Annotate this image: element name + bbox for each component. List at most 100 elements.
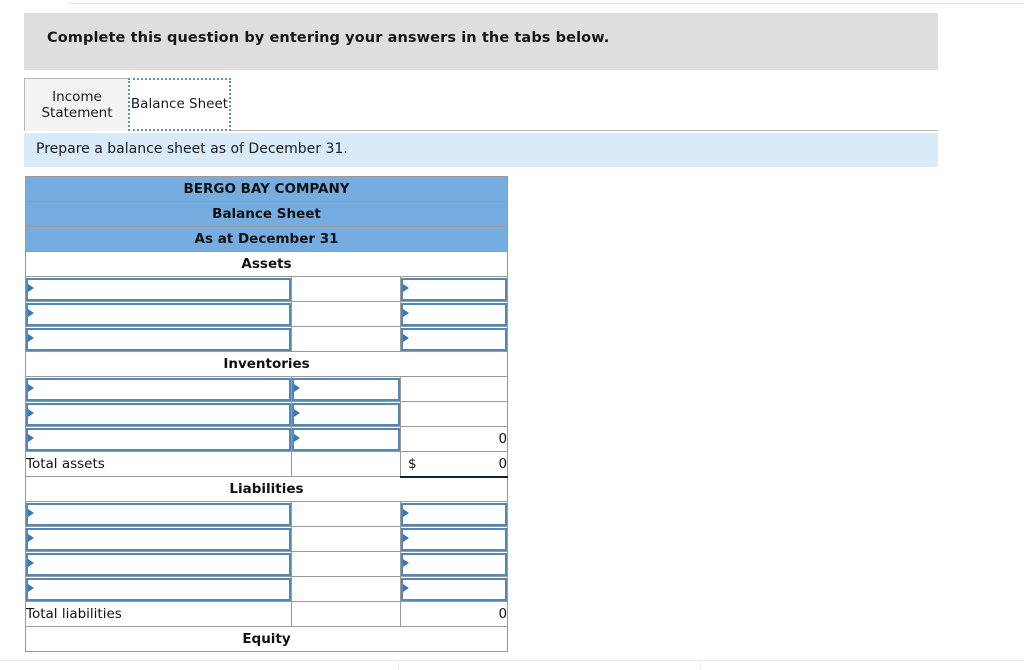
inventories-row-1-account-input[interactable] [26,377,291,401]
dropdown-flag-icon [294,383,300,392]
inventories-row-2-amount-cell [399,401,509,427]
assets-row-2-amount-cell[interactable] [399,301,509,327]
instruction-header-bar: Complete this question by entering your … [24,13,938,70]
dropdown-flag-icon [28,508,34,517]
dropdown-flag-icon [28,308,34,317]
inventories-row-2-account-input[interactable] [26,402,291,426]
inventories-row-1-subamount-input[interactable] [292,377,400,401]
inventories-row-2-subamount-input[interactable] [292,402,400,426]
task-prompt-text: Prepare a balance sheet as of December 3… [36,141,348,157]
liabilities-row-2-amount-input[interactable] [401,527,508,551]
inventories-row-3-account-cell[interactable] [25,426,292,452]
liabilities-row-4-account-input[interactable] [26,577,291,601]
liabilities-row-4-amount-input[interactable] [401,577,508,601]
liabilities-row-3-amount-cell[interactable] [399,551,509,577]
task-prompt-bar: Prepare a balance sheet as of December 3… [24,133,938,167]
liabilities-row-1-account-input[interactable] [26,502,291,526]
liabilities-row-4-account-cell[interactable] [25,576,292,602]
table-row [25,276,509,302]
tab-income-statement-label: Income Statement [41,88,113,121]
dropdown-flag-icon [294,433,300,442]
dropdown-flag-icon [403,583,409,592]
liabilities-row-2-amount-cell[interactable] [399,526,509,552]
window-bottom-tick [398,661,399,670]
inventories-row-3-subamount-cell[interactable] [291,426,401,452]
assets-row-3-amount-input[interactable] [401,327,508,351]
inventories-row-1-subamount-cell[interactable] [291,376,401,402]
liabilities-row-3-col2-cell [291,551,401,577]
section-heading-liabilities: Liabilities [24,476,509,502]
liabilities-row-3-account-input[interactable] [26,552,291,576]
table-row [25,326,509,352]
assets-row-3-amount-cell[interactable] [399,326,509,352]
currency-symbol: $ [408,455,417,472]
dropdown-flag-icon [28,333,34,342]
liabilities-row-4-amount-cell[interactable] [399,576,509,602]
inventories-row-3-account-input[interactable] [26,427,291,451]
liabilities-row-3-account-cell[interactable] [25,551,292,577]
table-row [25,501,509,527]
total-liabilities-col2-cell [291,601,401,627]
liabilities-row-2-account-input[interactable] [26,527,291,551]
inventories-row-2-account-cell[interactable] [25,401,292,427]
dropdown-flag-icon [403,533,409,542]
section-heading-row-assets: Assets [24,251,509,277]
table-row [25,526,509,552]
inventories-row-3-amount-cell: 0 [399,426,509,452]
liabilities-row-3-amount-input[interactable] [401,552,508,576]
table-title-row-company: BERGO BAY COMPANY [24,176,509,202]
assets-row-1-account-input[interactable] [26,277,291,301]
company-name-cell: BERGO BAY COMPANY [24,176,509,202]
screenshot-root: Complete this question by entering your … [0,0,1024,670]
total-assets-value: 0 [498,455,508,472]
dropdown-flag-icon [28,583,34,592]
liabilities-row-1-amount-input[interactable] [401,502,508,526]
table-title-row-statement: Balance Sheet [24,201,509,227]
window-top-divider [68,3,1024,4]
dropdown-flag-icon [403,333,409,342]
liabilities-row-1-account-cell[interactable] [25,501,292,527]
table-row [25,576,509,602]
assets-row-2-col2-cell [291,301,401,327]
dropdown-flag-icon [28,433,34,442]
dropdown-flag-icon [28,558,34,567]
liabilities-row-4-col2-cell [291,576,401,602]
assets-row-2-account-input[interactable] [26,302,291,326]
tab-income-statement[interactable]: Income Statement [24,78,130,131]
inventories-row-1-amount-cell [399,376,509,402]
assets-row-3-account-input[interactable] [26,327,291,351]
dropdown-flag-icon [28,283,34,292]
dropdown-flag-icon [403,308,409,317]
assets-row-1-col2-cell [291,276,401,302]
instruction-header-text: Complete this question by entering your … [47,30,610,46]
tab-balance-sheet-label: Balance Sheet [130,96,229,113]
section-heading-equity: Equity [24,626,509,652]
section-heading-row-equity: Equity [24,626,509,652]
liabilities-row-2-account-cell[interactable] [25,526,292,552]
balance-sheet-table: BERGO BAY COMPANY Balance Sheet As at De… [24,176,509,652]
total-assets-label: Total assets [25,451,292,477]
inventories-row-3-subamount-input[interactable] [292,427,400,451]
total-assets-value-cell: $ 0 [399,451,509,478]
assets-row-3-account-cell[interactable] [25,326,292,352]
assets-row-1-amount-input[interactable] [401,277,508,301]
table-row [25,376,509,402]
tab-balance-sheet[interactable]: Balance Sheet [128,78,231,131]
dropdown-flag-icon [294,408,300,417]
liabilities-row-2-col2-cell [291,526,401,552]
assets-row-2-amount-input[interactable] [401,302,508,326]
table-row [25,551,509,577]
assets-row-1-account-cell[interactable] [25,276,292,302]
inventories-row-1-account-cell[interactable] [25,376,292,402]
dropdown-flag-icon [28,533,34,542]
total-liabilities-value-cell: 0 [399,601,509,627]
assets-row-2-account-cell[interactable] [25,301,292,327]
total-assets-row: Total assets $ 0 [25,451,509,478]
total-assets-col2-cell [291,451,401,477]
dropdown-flag-icon [403,558,409,567]
statement-name-cell: Balance Sheet [24,201,509,227]
liabilities-row-1-amount-cell[interactable] [399,501,509,527]
dropdown-flag-icon [28,383,34,392]
assets-row-1-amount-cell[interactable] [399,276,509,302]
inventories-row-2-subamount-cell[interactable] [291,401,401,427]
